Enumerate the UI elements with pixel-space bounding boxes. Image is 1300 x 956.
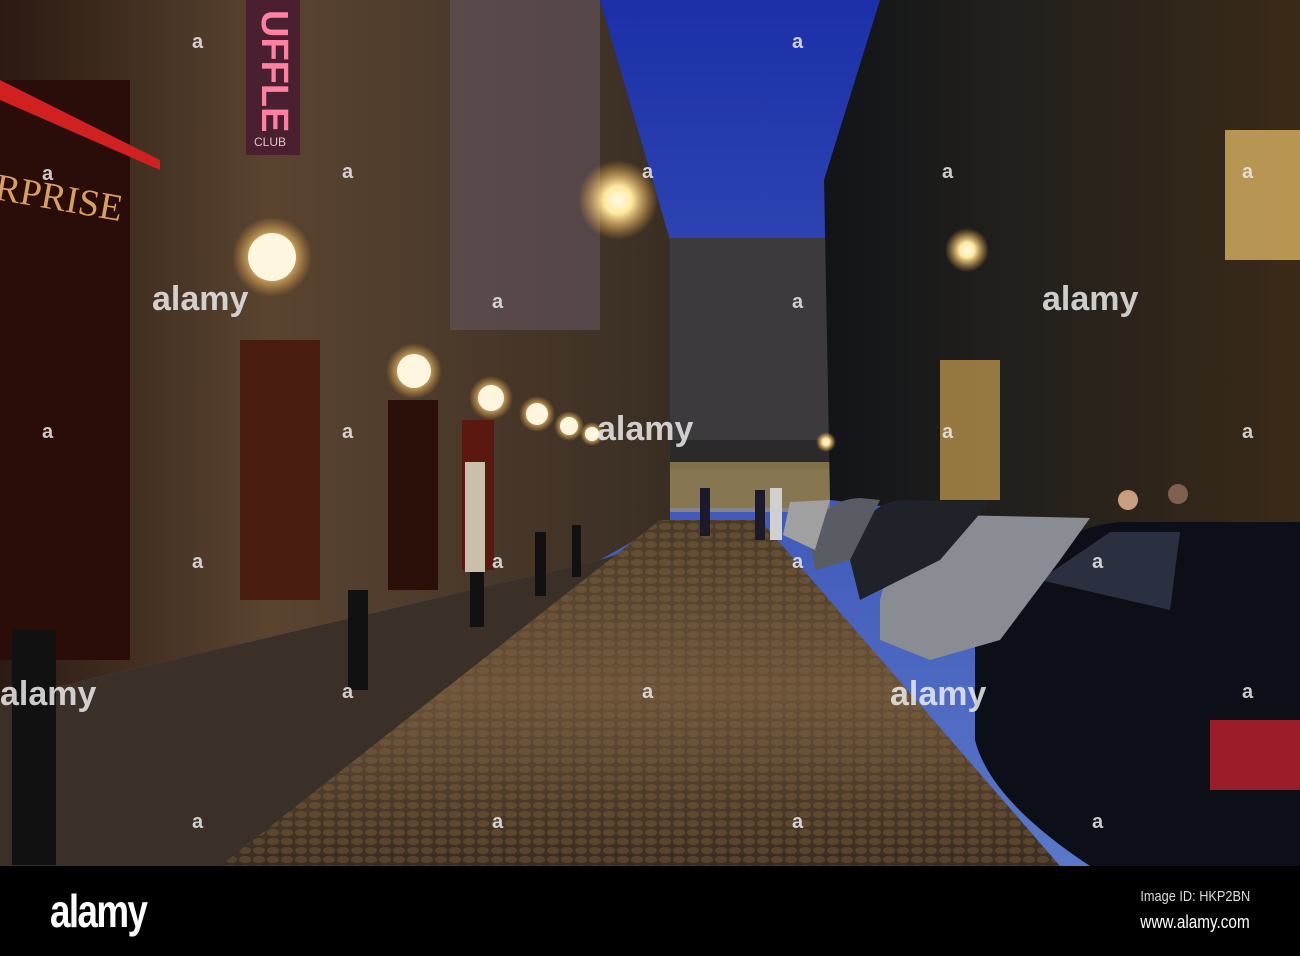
svg-text:a: a xyxy=(342,161,354,183)
svg-text:alamy: alamy xyxy=(890,675,986,713)
doorway xyxy=(388,400,438,590)
svg-text:a: a xyxy=(1242,681,1254,703)
club-sign-text: UFFLE xyxy=(253,10,295,132)
svg-text:a: a xyxy=(942,421,954,443)
doorway xyxy=(240,340,320,600)
svg-text:alamy: alamy xyxy=(597,410,693,448)
svg-text:a: a xyxy=(192,551,204,573)
svg-text:a: a xyxy=(642,681,654,703)
svg-text:alamy: alamy xyxy=(1042,280,1138,318)
svg-text:a: a xyxy=(342,681,354,703)
svg-text:a: a xyxy=(792,811,804,833)
svg-text:alamy: alamy xyxy=(152,280,248,318)
street-photo: ERPRISE UFFLE CLUB alamy alamy alamy ala… xyxy=(0,0,1300,866)
shopfront-enterprise xyxy=(0,80,130,660)
footer-bar: alamy Image ID: HKP2BN www.alamy.com xyxy=(0,866,1300,956)
svg-text:a: a xyxy=(492,811,504,833)
club-sign-subtitle: CLUB xyxy=(254,135,286,149)
svg-text:a: a xyxy=(1242,421,1254,443)
svg-text:alamy: alamy xyxy=(0,675,96,713)
svg-text:a: a xyxy=(42,163,54,185)
svg-text:a: a xyxy=(492,291,504,313)
svg-text:a: a xyxy=(492,551,504,573)
svg-text:a: a xyxy=(342,421,354,443)
svg-text:a: a xyxy=(1242,161,1254,183)
svg-text:a: a xyxy=(1092,551,1104,573)
svg-text:a: a xyxy=(642,161,654,183)
svg-text:a: a xyxy=(1092,811,1104,833)
svg-text:a: a xyxy=(792,31,804,53)
svg-text:a: a xyxy=(942,161,954,183)
alamy-logo[interactable]: alamy xyxy=(50,884,148,938)
site-url[interactable]: www.alamy.com xyxy=(1141,912,1250,933)
svg-text:a: a xyxy=(192,811,204,833)
svg-text:a: a xyxy=(42,421,54,443)
svg-text:a: a xyxy=(192,31,204,53)
image-id: Image ID: HKP2BN xyxy=(1140,888,1250,905)
svg-text:a: a xyxy=(792,551,804,573)
svg-text:a: a xyxy=(792,291,804,313)
